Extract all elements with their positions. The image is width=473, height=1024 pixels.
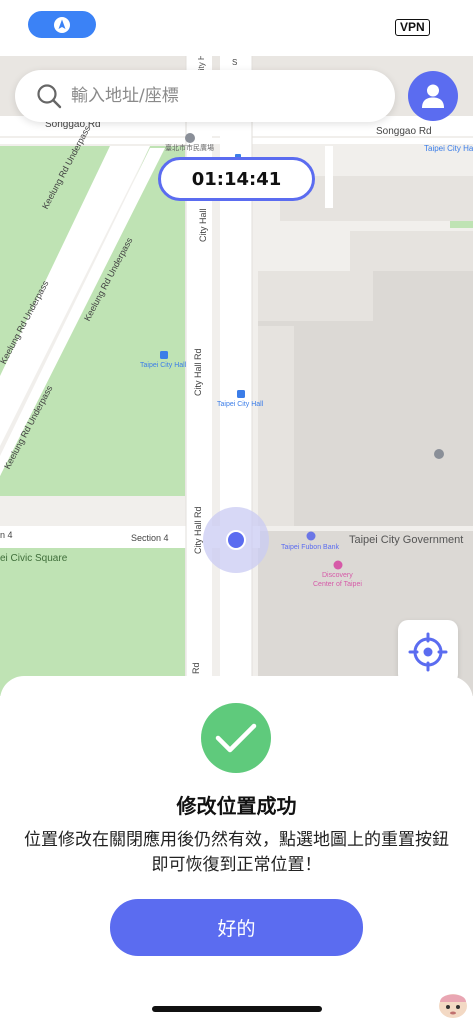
map-label-taipei-city-government: Taipei City Government	[349, 534, 464, 546]
map-label-city-hall-rd: City Hall Rd	[193, 506, 203, 554]
map-label-taipei-city-hall-station: Taipei City Hall	[140, 362, 187, 369]
vpn-badge: VPN	[395, 19, 430, 36]
user-icon	[422, 84, 444, 108]
map-label-section4: Section 4	[131, 533, 169, 543]
location-indicator-pill[interactable]	[28, 11, 96, 38]
checkmark-icon	[215, 723, 257, 753]
status-bar: VPN	[0, 0, 473, 56]
search-input[interactable]	[71, 86, 371, 106]
success-dialog: 修改位置成功 位置修改在關閉應用後仍然有效，點選地圖上的重置按鈕即可恢復到正常位…	[0, 676, 473, 1024]
success-badge	[201, 703, 271, 773]
dialog-message: 位置修改在關閉應用後仍然有效，點選地圖上的重置按鈕即可恢復到正常位置！	[24, 830, 449, 875]
home-indicator[interactable]	[152, 1006, 322, 1012]
search-bar[interactable]	[15, 70, 395, 122]
map-label-discovery-center: Center of Taipei	[313, 581, 362, 588]
map-label-city-hall-rd: City Hall Rd	[193, 348, 203, 396]
profile-button[interactable]	[408, 71, 458, 121]
search-icon	[37, 84, 62, 109]
crosshair-icon	[408, 632, 448, 672]
map-label-section4: n 4	[0, 530, 13, 540]
map-label-civic-square: ei Civic Square	[0, 553, 68, 564]
map-label-taipei-city-hall-station: Taipei City Hall	[217, 401, 264, 408]
dialog-title: 修改位置成功	[176, 794, 297, 818]
watermark-mascot	[439, 994, 467, 1018]
map-label-discovery-center: Discovery	[322, 572, 353, 579]
map-label-songgao-right: Songgao Rd	[376, 126, 432, 137]
map-label-top-s: S	[232, 58, 238, 67]
map-label-city-hall-rd: Rd	[191, 662, 201, 674]
map-label-taipei-city-hall-top-right: Taipei City Hall	[424, 144, 473, 153]
map-label-city-hall-plaza: 臺北市市民廣場	[165, 145, 214, 152]
location-arrow-icon	[54, 16, 70, 33]
ok-button[interactable]: 好的	[110, 899, 363, 956]
map-label-city-hall-rd: City Hall	[198, 208, 208, 242]
countdown-timer: 01:14:41	[158, 157, 315, 201]
locate-button[interactable]	[398, 620, 458, 684]
map-view[interactable]: Songgao Rd Songgao Rd 臺北市市民廣場 Taipei Cit…	[0, 56, 473, 696]
map-label-fubon-bank: Taipei Fubon Bank	[281, 544, 339, 551]
